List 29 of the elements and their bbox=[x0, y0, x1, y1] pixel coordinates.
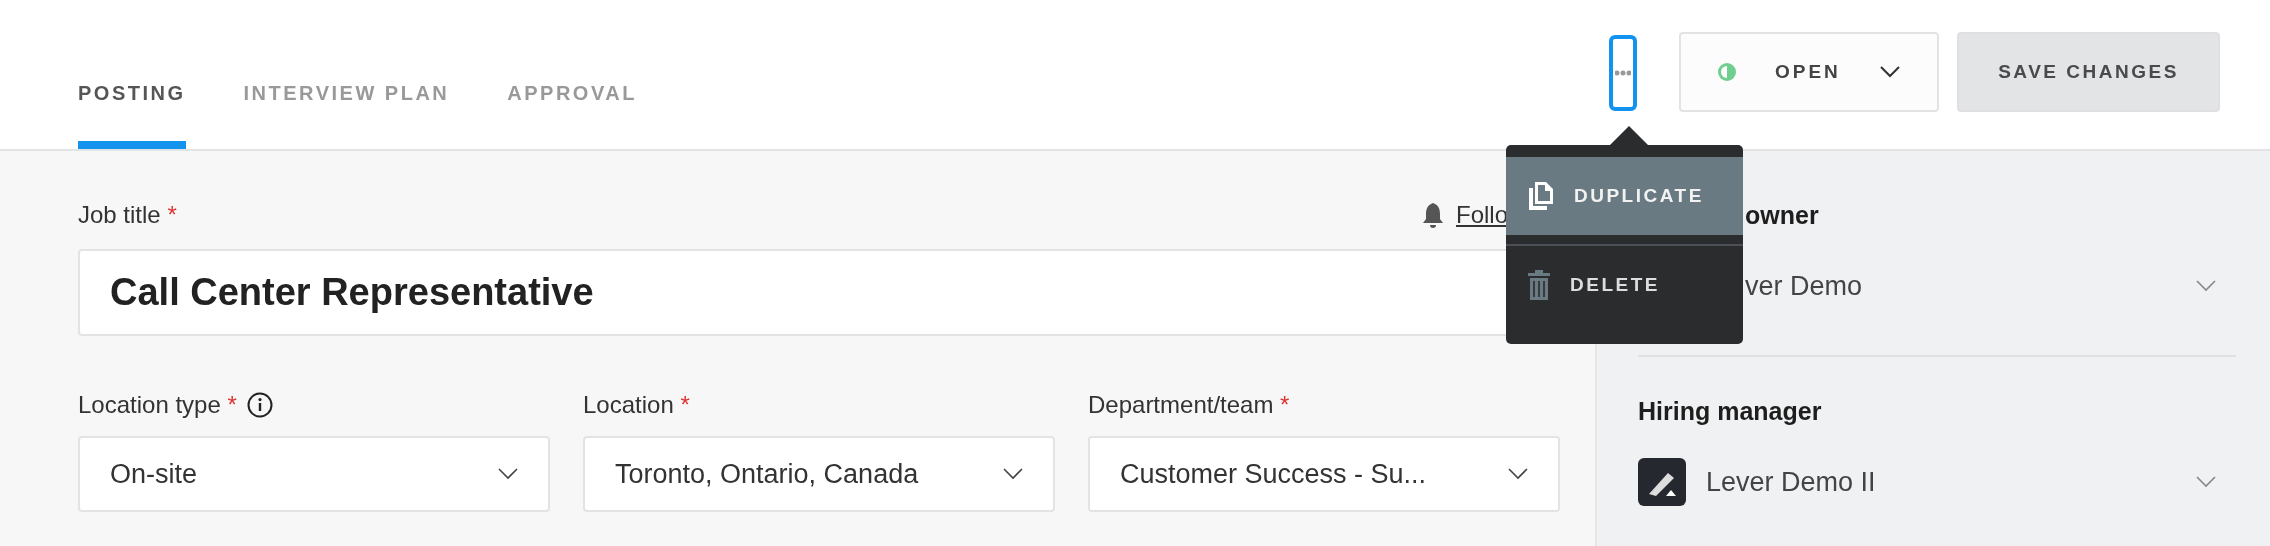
chevron-down-icon bbox=[2196, 280, 2216, 292]
half-circle-icon bbox=[1717, 62, 1737, 82]
avatar-icon bbox=[1638, 458, 1686, 506]
chevron-down-icon bbox=[1508, 468, 1528, 480]
trash-icon bbox=[1528, 270, 1550, 300]
select-field[interactable]: On-site bbox=[78, 436, 550, 512]
chevron-down-icon bbox=[1003, 468, 1023, 480]
select-field[interactable]: Customer Success - Su... bbox=[1088, 436, 1560, 512]
field-label: Department/team * bbox=[1088, 391, 1290, 419]
select-field[interactable]: Toronto, Ontario, Canada bbox=[583, 436, 1055, 512]
chevron-down-icon bbox=[2196, 476, 2216, 488]
more-icon bbox=[1615, 70, 1631, 76]
bell-icon bbox=[1421, 202, 1444, 228]
field-label: Job title * bbox=[78, 201, 177, 229]
info-icon bbox=[246, 392, 273, 418]
follow-link[interactable]: Follo bbox=[1455, 201, 1508, 229]
person-select[interactable]: ver Demo bbox=[1745, 261, 2236, 311]
section-label: Hiring manager bbox=[1638, 397, 1823, 427]
menu-item[interactable]: DUPLICATE bbox=[1506, 157, 1743, 235]
chevron-down-icon bbox=[1879, 65, 1901, 79]
save-button[interactable]: SAVE CHANGES bbox=[1957, 32, 2220, 112]
more-button[interactable] bbox=[1609, 35, 1637, 111]
field-label: Location * bbox=[583, 391, 690, 419]
copy-icon bbox=[1528, 181, 1554, 211]
section-label: owner bbox=[1745, 201, 1820, 231]
field-label: Location type * bbox=[78, 391, 237, 419]
person-select[interactable]: Lever Demo II bbox=[1638, 457, 2236, 507]
chevron-down-icon bbox=[498, 468, 518, 480]
status-dropdown[interactable]: OPEN bbox=[1679, 32, 1939, 112]
